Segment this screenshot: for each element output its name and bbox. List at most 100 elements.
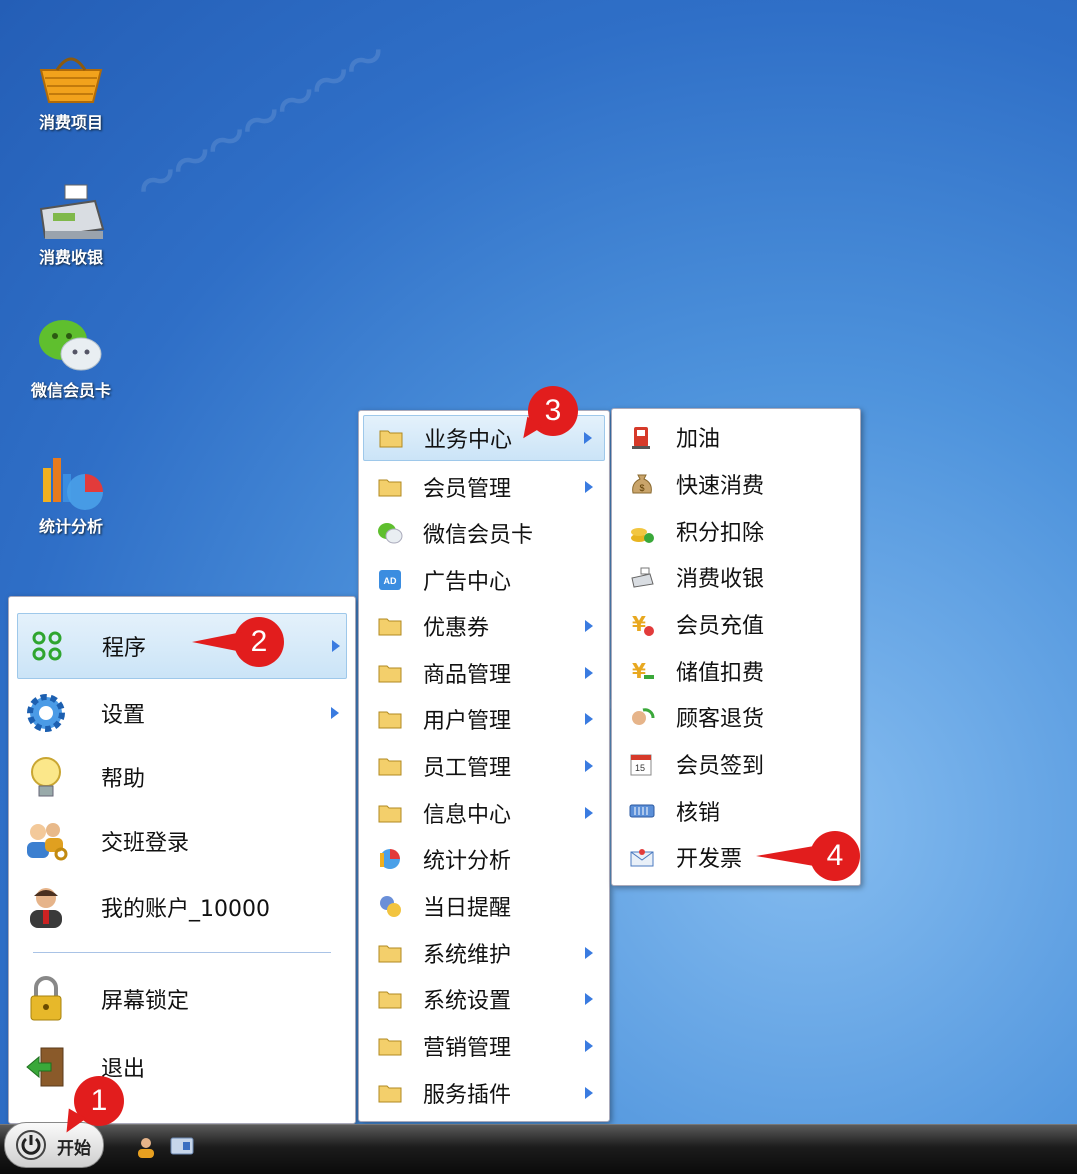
business-menu-item-verify[interactable]: 核销 xyxy=(612,789,860,833)
submenu-arrow-icon xyxy=(585,760,593,772)
desktop-icon-cashier[interactable]: 消费收银 xyxy=(20,183,122,269)
submenu-arrow-icon xyxy=(332,640,340,652)
start-menu-item-label: 交班登录 xyxy=(101,831,190,856)
cash-register-icon xyxy=(39,184,105,239)
folder-icon xyxy=(377,613,403,639)
program-menu-item-label: 会员管理 xyxy=(423,477,512,502)
submenu-arrow-icon xyxy=(585,667,593,679)
business-menu-item-refuel[interactable]: 加油 xyxy=(612,415,860,459)
svg-text:$: $ xyxy=(639,483,644,493)
business-menu-item-cashier[interactable]: 消费收银 xyxy=(612,555,860,599)
start-menu-item-settings[interactable]: 设置 xyxy=(9,683,355,743)
card-quicklaunch-icon[interactable] xyxy=(170,1135,194,1161)
points-icon xyxy=(628,517,656,545)
program-menu-item-label: 商品管理 xyxy=(423,663,512,688)
return-icon xyxy=(628,703,656,731)
program-menu-item-user-management[interactable]: 用户管理 xyxy=(359,697,609,741)
submenu-arrow-icon xyxy=(585,713,593,725)
business-menu-item-label: 积分扣除 xyxy=(676,521,765,546)
callout-2-pointer xyxy=(192,632,242,652)
start-menu-item-label: 程序 xyxy=(102,636,147,661)
program-menu-item-label: 系统维护 xyxy=(423,943,512,968)
business-menu-item-label: 加油 xyxy=(676,427,721,452)
business-menu-item-label: 消费收银 xyxy=(676,567,765,592)
submenu-arrow-icon xyxy=(585,1087,593,1099)
start-menu-item-programs[interactable]: 程序 xyxy=(17,613,347,679)
start-menu-item-label: 帮助 xyxy=(101,767,146,792)
ticket-icon xyxy=(628,797,656,825)
callout-4: 4 xyxy=(810,831,860,881)
program-menu-item-system-settings[interactable]: 系统设置 xyxy=(359,977,609,1021)
business-menu-item-stored-value-deduct[interactable]: ¥ 储值扣费 xyxy=(612,649,860,693)
business-center-submenu: 加油 $ 快速消费 积分扣除 消费收银 ¥ 会员充值 ¥ 储值扣费 顾客退货 1… xyxy=(611,408,861,886)
program-menu-item-wechat-card[interactable]: 微信会员卡 xyxy=(359,511,609,555)
program-menu-item-label: 微信会员卡 xyxy=(423,523,534,548)
taskbar xyxy=(0,1124,1077,1174)
start-button[interactable]: 开始 xyxy=(4,1122,104,1168)
business-menu-item-member-recharge[interactable]: ¥ 会员充值 xyxy=(612,602,860,646)
program-menu-item-product-management[interactable]: 商品管理 xyxy=(359,651,609,695)
menu-separator xyxy=(33,952,331,953)
wechat-icon xyxy=(39,320,102,371)
business-menu-item-customer-return[interactable]: 顾客退货 xyxy=(612,695,860,739)
business-menu-item-quick-consume[interactable]: $ 快速消费 xyxy=(612,462,860,506)
svg-text:15: 15 xyxy=(635,763,645,773)
user-account-icon xyxy=(23,884,69,930)
business-menu-item-label: 储值扣费 xyxy=(676,661,765,686)
gear-icon xyxy=(23,690,69,736)
exit-door-icon xyxy=(23,1044,69,1090)
program-submenu: 业务中心 会员管理 微信会员卡 AD 广告中心 优惠券 商品管理 用户管理 员工… xyxy=(358,410,610,1122)
program-menu-item-info-center[interactable]: 信息中心 xyxy=(359,791,609,835)
program-menu-item-marketing-management[interactable]: 营销管理 xyxy=(359,1024,609,1068)
business-menu-item-label: 会员签到 xyxy=(676,754,765,779)
program-menu-item-coupons[interactable]: 优惠券 xyxy=(359,604,609,648)
desktop-icon-consumption-items[interactable]: 消费项目 xyxy=(20,48,122,134)
fuel-pump-icon xyxy=(628,423,656,451)
users-key-icon xyxy=(23,818,69,864)
chart-icon xyxy=(43,458,103,510)
start-menu-item-help[interactable]: 帮助 xyxy=(9,747,355,807)
start-menu-item-shift-login[interactable]: 交班登录 xyxy=(9,811,355,871)
business-menu-item-label: 快速消费 xyxy=(676,474,765,499)
power-icon xyxy=(15,1129,47,1165)
start-menu-item-label: 设置 xyxy=(101,703,146,728)
start-menu-item-my-account[interactable]: 我的账户_10000 xyxy=(9,877,355,937)
submenu-arrow-icon xyxy=(585,620,593,632)
user-quicklaunch-icon[interactable] xyxy=(134,1135,158,1163)
program-menu-item-member-management[interactable]: 会员管理 xyxy=(359,465,609,509)
program-menu-item-label: 系统设置 xyxy=(423,989,512,1014)
folder-icon xyxy=(377,706,403,732)
program-menu-item-label: 服务插件 xyxy=(423,1083,512,1108)
ad-icon: AD xyxy=(377,567,403,593)
lock-icon xyxy=(23,976,69,1022)
business-menu-item-member-checkin[interactable]: 15 会员签到 xyxy=(612,742,860,786)
business-menu-item-points-deduct[interactable]: 积分扣除 xyxy=(612,509,860,553)
folder-icon xyxy=(377,660,403,686)
start-menu-item-lock-screen[interactable]: 屏幕锁定 xyxy=(9,969,355,1029)
folder-icon xyxy=(378,425,404,451)
program-menu-item-system-maintenance[interactable]: 系统维护 xyxy=(359,931,609,975)
folder-icon xyxy=(377,800,403,826)
yuan-recharge-icon: ¥ xyxy=(628,610,656,638)
folder-icon xyxy=(377,986,403,1012)
program-menu-item-staff-management[interactable]: 员工管理 xyxy=(359,744,609,788)
submenu-arrow-icon xyxy=(585,947,593,959)
program-menu-item-ad-center[interactable]: AD 广告中心 xyxy=(359,558,609,602)
cash-register-icon xyxy=(628,563,656,591)
program-menu-item-statistics[interactable]: 统计分析 xyxy=(359,837,609,881)
yuan-deduct-icon: ¥ xyxy=(628,657,656,685)
program-menu-item-label: 员工管理 xyxy=(423,756,512,781)
submenu-arrow-icon xyxy=(585,993,593,1005)
desktop-icon-wechat-card[interactable]: 微信会员卡 xyxy=(20,316,122,402)
submenu-arrow-icon xyxy=(585,1040,593,1052)
start-menu-item-label: 我的账户_10000 xyxy=(101,897,270,922)
folder-icon xyxy=(377,474,403,500)
lightbulb-icon xyxy=(23,754,69,800)
start-menu-item-exit[interactable]: 退出 xyxy=(9,1037,355,1097)
program-menu-item-label: 营销管理 xyxy=(423,1036,512,1061)
program-menu-item-service-plugins[interactable]: 服务插件 xyxy=(359,1071,609,1115)
program-menu-item-daily-reminder[interactable]: 当日提醒 xyxy=(359,884,609,928)
svg-text:AD: AD xyxy=(384,576,397,586)
desktop-icon-statistics[interactable]: 统计分析 xyxy=(20,452,122,538)
invoice-icon xyxy=(628,843,656,871)
